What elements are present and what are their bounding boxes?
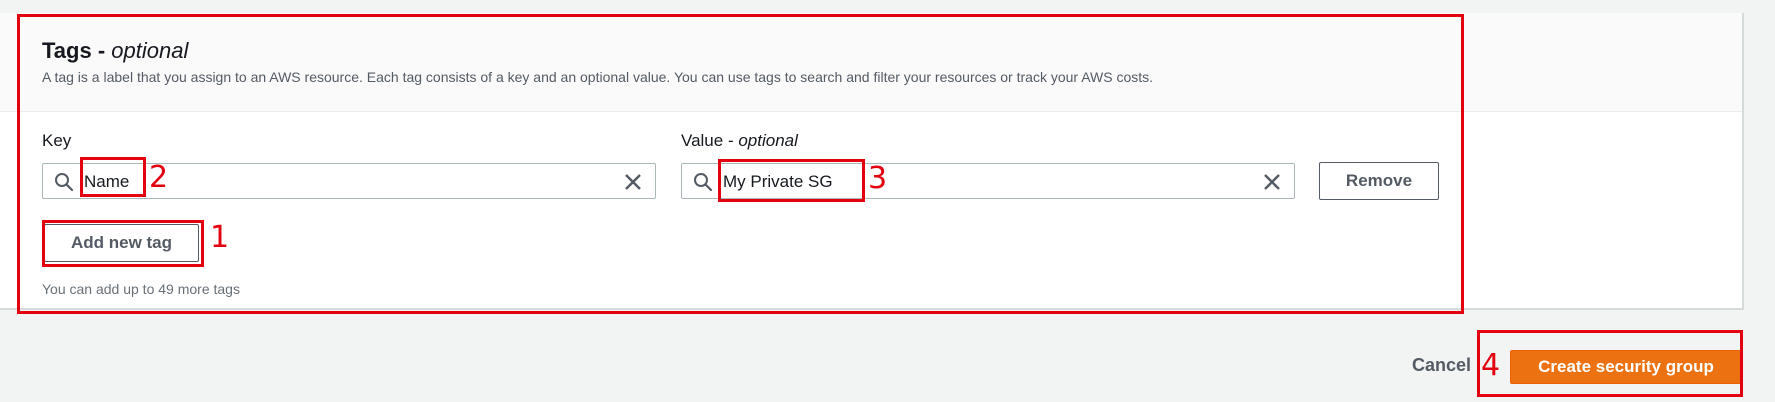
annotation-number-1: 1 — [210, 220, 230, 255]
add-new-tag-button[interactable]: Add new tag — [44, 224, 199, 262]
value-input-value: My Private SG — [723, 172, 833, 191]
value-label-optional: optional — [738, 131, 798, 150]
annotation-number-4: 4 — [1481, 348, 1501, 383]
create-security-group-button[interactable]: Create security group — [1510, 350, 1742, 384]
key-input-value: Name — [84, 172, 130, 191]
remove-tag-button[interactable]: Remove — [1319, 162, 1439, 200]
tags-description: A tag is a label that you assign to an A… — [42, 69, 1154, 85]
close-icon[interactable] — [623, 172, 643, 192]
key-input[interactable]: Name — [42, 163, 656, 199]
value-input[interactable]: My Private SG — [681, 163, 1295, 199]
search-icon — [694, 173, 713, 192]
value-label-text: Value - — [681, 131, 739, 150]
tags-panel-header: Tags - optional A tag is a label that yo… — [0, 13, 1742, 112]
cancel-button[interactable]: Cancel — [1412, 355, 1471, 376]
tags-limit-hint: You can add up to 49 more tags — [42, 281, 240, 297]
annotation-number-3: 3 — [868, 161, 888, 196]
key-label: Key — [42, 131, 72, 150]
value-label: Value - optional — [681, 131, 798, 151]
tags-title-text: Tags - — [42, 38, 112, 63]
annotation-number-2: 2 — [149, 160, 169, 195]
tags-title: Tags - optional — [42, 38, 188, 64]
tags-title-optional: optional — [111, 38, 189, 63]
search-icon — [55, 173, 74, 192]
close-icon[interactable] — [1262, 172, 1282, 192]
